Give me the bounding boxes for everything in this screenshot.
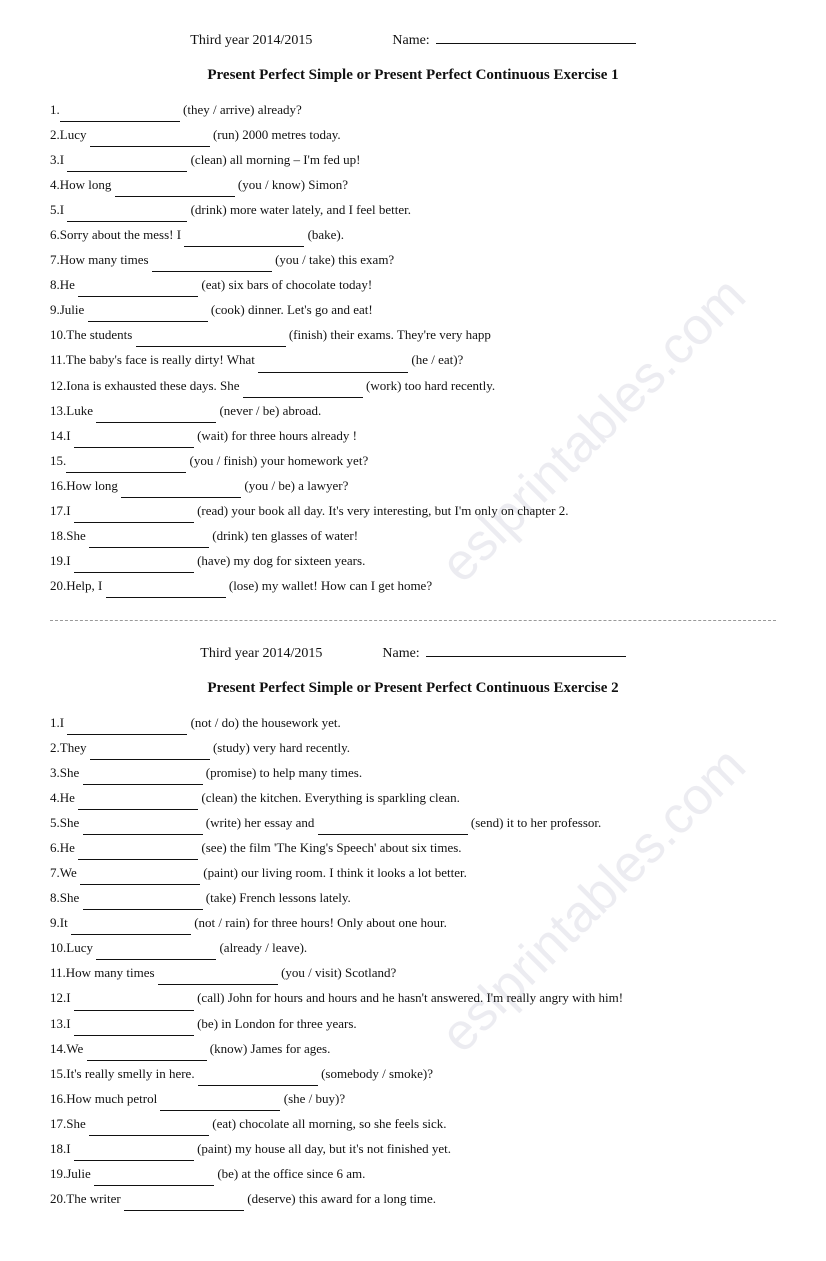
sentence-2-4: 4.He (clean) the kitchen. Everything is … [50,786,776,810]
header1-name-line [436,30,636,44]
sentence-2-14: 14.We (know) James for ages. [50,1037,776,1061]
sentence-1-14: 14.I (wait) for three hours already ! [50,424,776,448]
blank-2-15 [198,1072,318,1086]
header1-title: Third year 2014/2015 [190,33,312,49]
blank-1-19 [74,559,194,573]
sentence-1-3: 3.I (clean) all morning – I'm fed up! [50,148,776,172]
exercise1-section: Present Perfect Simple or Present Perfec… [50,67,776,598]
sentence-1-17: 17.I (read) your book all day. It's very… [50,499,776,523]
blank-1-11 [258,359,408,373]
blank-2-3 [83,771,203,785]
sentence-1-13: 13.Luke (never / be) abroad. [50,399,776,423]
blank-2-9 [71,921,191,935]
sentence-1-9: 9.Julie (cook) dinner. Let's go and eat! [50,298,776,322]
sentence-1-4: 4.How long (you / know) Simon? [50,173,776,197]
sentence-2-15: 15.It's really smelly in here. (somebody… [50,1062,776,1086]
blank-1-13 [96,409,216,423]
blank-2-11 [158,971,278,985]
sentence-1-16: 16.How long (you / be) a lawyer? [50,474,776,498]
section-divider [50,620,776,621]
sentence-2-10: 10.Lucy (already / leave). [50,936,776,960]
blank-1-20 [106,584,226,598]
blank-1-1 [60,108,180,122]
blank-1-10 [136,333,286,347]
sentence-1-10: 10.The students (finish) their exams. Th… [50,323,776,347]
sentence-1-12: 12.Iona is exhausted these days. She (wo… [50,374,776,398]
sentence-1-5: 5.I (drink) more water lately, and I fee… [50,198,776,222]
blank-2-6 [78,846,198,860]
blank-1-4 [115,183,235,197]
blank-1-15 [66,459,186,473]
sentence-2-5: 5.She (write) her essay and (send) it to… [50,811,776,835]
page-header-2: Third year 2014/2015 Name: [50,643,776,662]
blank-2-20 [124,1197,244,1211]
sentence-1-15: 15. (you / finish) your homework yet? [50,449,776,473]
exercise2-section: Present Perfect Simple or Present Perfec… [50,680,776,1211]
blank-1-3 [67,158,187,172]
blank-2-17 [89,1122,209,1136]
sentence-1-18: 18.She (drink) ten glasses of water! [50,524,776,548]
sentence-2-8: 8.She (take) French lessons lately. [50,886,776,910]
sentence-2-20: 20.The writer (deserve) this award for a… [50,1187,776,1211]
blank-1-7 [152,258,272,272]
sentence-2-19: 19.Julie (be) at the office since 6 am. [50,1162,776,1186]
sentence-2-16: 16.How much petrol (she / buy)? [50,1087,776,1111]
blank-2-2 [90,746,210,760]
header2-name: Name: [382,643,625,662]
sentence-1-2: 2.Lucy (run) 2000 metres today. [50,123,776,147]
blank-1-2 [90,133,210,147]
page-header-1: Third year 2014/2015 Name: [50,30,776,49]
sentence-2-1: 1.I (not / do) the housework yet. [50,711,776,735]
blank-2-5a [83,821,203,835]
sentence-2-9: 9.It (not / rain) for three hours! Only … [50,911,776,935]
blank-1-6 [184,233,304,247]
blank-1-18 [89,534,209,548]
blank-2-7 [80,871,200,885]
blank-1-17 [74,509,194,523]
blank-2-12 [74,997,194,1011]
sentence-1-20: 20.Help, I (lose) my wallet! How can I g… [50,574,776,598]
blank-2-8 [83,896,203,910]
header1-name: Name: [392,30,635,49]
sentence-2-17: 17.She (eat) chocolate all morning, so s… [50,1112,776,1136]
blank-1-14 [74,434,194,448]
sentence-1-19: 19.I (have) my dog for sixteen years. [50,549,776,573]
sentence-1-11: 11.The baby's face is really dirty! What… [50,348,776,372]
blank-2-5b [318,821,468,835]
blank-1-5 [67,208,187,222]
sentence-2-12: 12.I (call) John for hours and hours and… [50,986,776,1010]
sentence-2-2: 2.They (study) very hard recently. [50,736,776,760]
header1-name-label: Name: [392,33,429,49]
blank-1-16 [121,484,241,498]
sentence-2-3: 3.She (promise) to help many times. [50,761,776,785]
sentence-1-7: 7.How many times (you / take) this exam? [50,248,776,272]
blank-2-4 [78,796,198,810]
blank-2-10 [96,946,216,960]
header2-name-line [426,643,626,657]
header2-name-label: Name: [382,646,419,662]
blank-2-14 [87,1047,207,1061]
blank-2-1 [67,721,187,735]
exercise1-title: Present Perfect Simple or Present Perfec… [50,67,776,84]
header2-title: Third year 2014/2015 [200,646,322,662]
sentence-2-18: 18.I (paint) my house all day, but it's … [50,1137,776,1161]
sentence-2-11: 11.How many times (you / visit) Scotland… [50,961,776,985]
sentence-2-7: 7.We (paint) our living room. I think it… [50,861,776,885]
sentence-1-8: 8.He (eat) six bars of chocolate today! [50,273,776,297]
blank-2-16 [160,1097,280,1111]
sentence-2-13: 13.I (be) in London for three years. [50,1012,776,1036]
blank-2-18 [74,1147,194,1161]
sentence-1-1: 1. (they / arrive) already? [50,98,776,122]
blank-1-9 [88,308,208,322]
blank-1-12 [243,384,363,398]
sentence-2-6: 6.He (see) the film 'The King's Speech' … [50,836,776,860]
blank-2-13 [74,1022,194,1036]
exercise2-title: Present Perfect Simple or Present Perfec… [50,680,776,697]
blank-2-19 [94,1172,214,1186]
blank-1-8 [78,283,198,297]
sentence-1-6: 6.Sorry about the mess! I (bake). [50,223,776,247]
